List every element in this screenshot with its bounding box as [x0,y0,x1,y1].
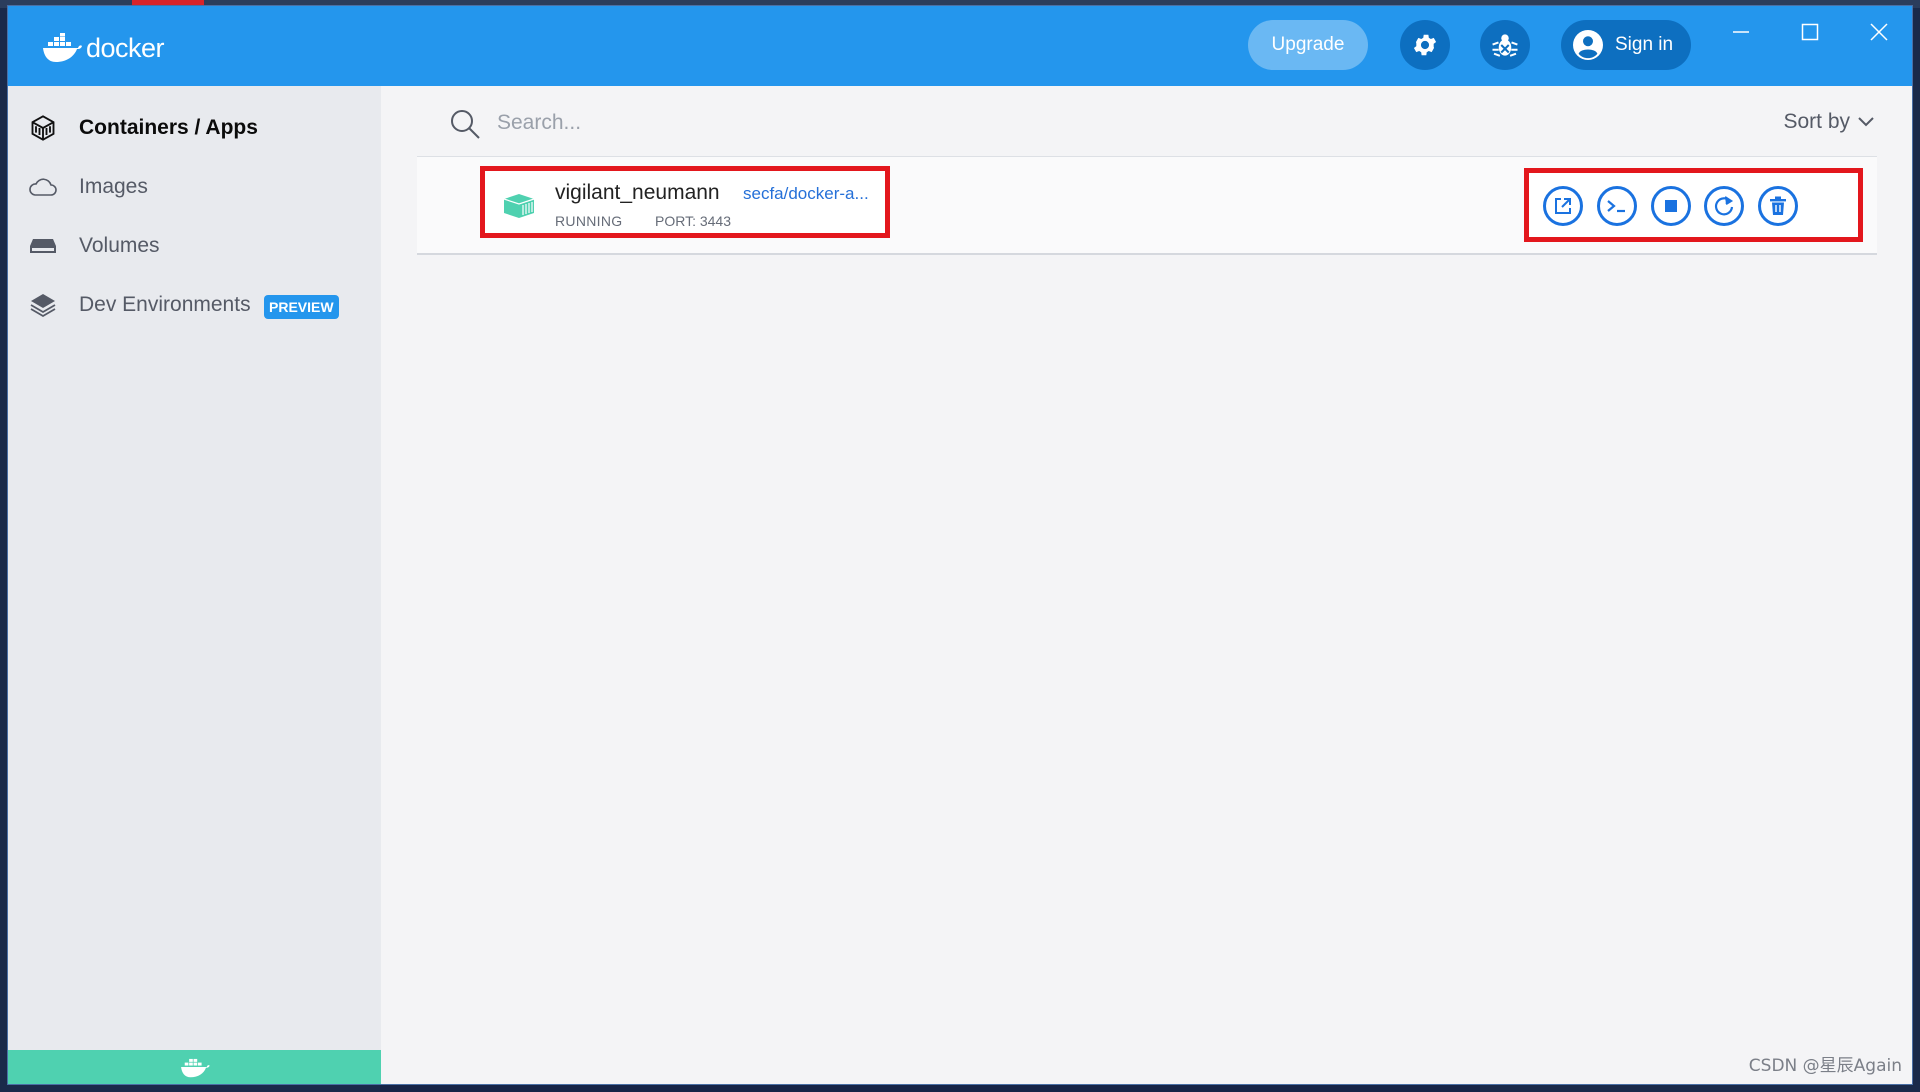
search-icon [449,108,481,144]
docker-desktop-window: docker Upgrade Sign in Containers / Apps… [8,6,1912,1084]
bug-icon [1492,34,1518,57]
main-content: Sort by vigilant_neumann secfa/docker-a.… [381,86,1912,1084]
container-box-icon [28,113,58,143]
restart-button[interactable] [1704,186,1744,226]
layers-icon [28,290,58,320]
container-running-icon [503,193,535,223]
close-button[interactable] [1859,16,1899,48]
minimize-icon [1733,31,1749,33]
close-icon [1870,23,1888,41]
sidebar-item-volumes[interactable]: Volumes [8,216,381,276]
open-in-browser-icon [1555,198,1571,214]
open-in-browser-button[interactable] [1543,186,1583,226]
sidebar-item-containers[interactable]: Containers / Apps [8,98,381,158]
preview-badge: PREVIEW [264,295,339,319]
docker-whale-icon [180,1058,210,1078]
search-input[interactable] [495,102,1299,144]
sign-in-label: Sign in [1615,34,1674,55]
maximize-icon [1801,23,1819,41]
docker-logo-text: docker [86,32,165,63]
container-image-link[interactable]: secfa/docker-a... [743,184,869,204]
docker-whale-icon [43,33,82,62]
sidebar: Containers / Apps Images Volumes Dev Env… [8,86,381,1084]
sidebar-item-images[interactable]: Images [8,157,381,217]
sidebar-item-label: Containers / Apps [79,116,258,139]
troubleshoot-button[interactable] [1480,20,1530,70]
gear-icon [1413,34,1437,56]
container-actions-highlight [1524,168,1863,242]
maximize-button[interactable] [1790,16,1830,48]
docker-status-bar[interactable] [8,1050,381,1084]
upgrade-button[interactable]: Upgrade [1248,20,1368,70]
sidebar-item-label: Volumes [79,234,160,257]
delete-icon [1770,196,1786,215]
sidebar-item-dev-environments[interactable]: Dev Environments PREVIEW [8,275,381,335]
sidebar-item-label: Dev Environments [79,293,251,316]
sign-in-button[interactable]: Sign in [1561,20,1691,70]
container-name[interactable]: vigilant_neumann [555,181,720,205]
container-status: RUNNING [555,213,623,229]
watermark-text: CSDN @星辰Again [1748,1056,1902,1076]
header-bar: docker Upgrade Sign in [8,6,1912,86]
stop-icon [1665,200,1677,212]
container-info-highlight: vigilant_neumann secfa/docker-a... RUNNI… [480,166,890,238]
docker-logo: docker [42,28,165,68]
delete-button[interactable] [1758,186,1798,226]
minimize-button[interactable] [1721,16,1761,48]
chevron-down-icon [1858,117,1874,127]
user-avatar-icon [1573,30,1603,60]
hard-drive-icon [28,231,58,261]
restart-icon [1714,196,1734,216]
container-port: PORT: 3443 [655,213,732,229]
container-row[interactable]: vigilant_neumann secfa/docker-a... RUNNI… [417,157,1877,255]
settings-button[interactable] [1400,20,1450,70]
cli-icon [1607,200,1625,213]
cli-button[interactable] [1597,186,1637,226]
cloud-icon [28,172,58,202]
sidebar-item-label: Images [79,175,148,198]
sort-by-dropdown[interactable]: Sort by [1783,110,1874,134]
stop-button[interactable] [1651,186,1691,226]
sort-by-label: Sort by [1783,110,1850,133]
